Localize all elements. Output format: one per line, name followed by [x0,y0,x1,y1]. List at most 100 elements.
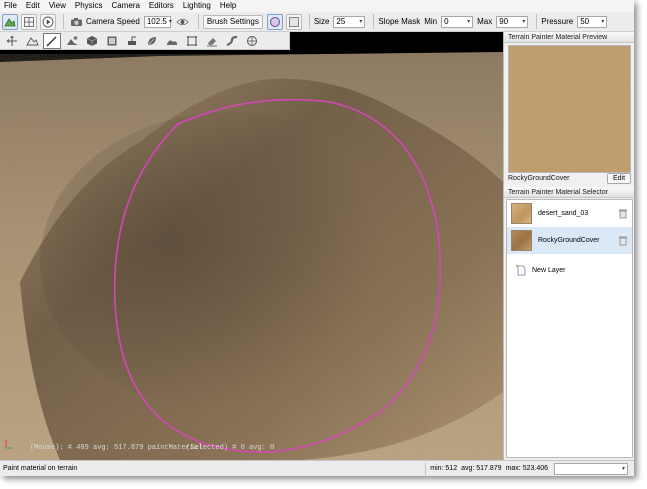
brush-settings-button[interactable]: Brush Settings [202,14,263,29]
chevron-down-icon: ▾ [467,18,471,25]
status-avg: avg: 517.879 [461,464,502,472]
toolbar-separator [308,14,310,29]
pressure-value: 50 [580,16,590,26]
toolbar-separator [373,14,375,29]
selector-panel-title: Terrain Painter Material Selector [504,187,634,198]
terrain-editor-icon [4,17,16,26]
trash-icon[interactable] [618,208,628,219]
grid-icon [24,16,34,27]
slope-min-input[interactable]: 0 ▾ [441,15,474,28]
slope-max-input[interactable]: 90 ▾ [496,15,529,28]
slope-max-value: 90 [499,16,509,26]
mouse-readout: (Mouse): # 489 avg: 517.879 paintMateria… [30,444,203,452]
size-input[interactable]: 25 ▾ [333,15,366,28]
menu-view[interactable]: View [49,0,66,12]
main-toolbar: Camera Speed 102.5 ▾ Brush Settings Size … [0,12,634,32]
menu-help[interactable]: Help [220,0,236,12]
paint-brush-icon [46,36,57,47]
status-bar: Paint material on terrain min: 512 avg: … [0,460,634,476]
editor-window: File Edit View Physics Camera Editors Li… [0,0,634,476]
erase-tool-button[interactable] [203,33,221,49]
new-layer-label: New Layer [532,266,566,274]
camera-speed-value: 102.5 [146,16,167,26]
landscape-icon [167,39,177,45]
chevron-down-icon: ▾ [168,18,172,25]
size-label: Size [313,17,330,26]
slope-mask-label: Slope Mask [378,17,421,26]
layer-item-desert-sand[interactable]: desert_sand_03 [507,200,632,227]
river-tool-button[interactable] [243,33,261,49]
layer-name: RockyGroundCover [538,237,600,244]
brush-square-icon [288,16,299,27]
select-tool-button[interactable] [3,33,21,49]
size-value: 25 [336,16,346,26]
play-button[interactable] [40,13,56,30]
chevron-down-icon: ▾ [601,18,605,25]
texture-tool-button[interactable] [103,33,121,49]
layer-thumbnail [511,230,532,251]
mountain-sun-icon [66,35,78,45]
river-icon [247,35,257,46]
brush-circle-button[interactable] [266,13,283,30]
pressure-label: Pressure [541,17,574,26]
brush-square-button[interactable] [285,13,302,30]
landscape-tool-button[interactable] [163,33,181,49]
leaf-icon [147,36,156,45]
toolbar-separator [536,14,538,29]
layer-name: desert_sand_03 [538,210,589,217]
grid-button[interactable] [21,13,37,30]
camera-icon [70,17,82,26]
chevron-down-icon: ▾ [621,466,625,472]
tool-toolbar [0,32,290,50]
chevron-down-icon: ▾ [359,18,363,25]
material-layer-list: desert_sand_03 RockyGroundCover New Laye… [506,199,633,458]
brush-circle-icon [269,16,280,27]
menu-file[interactable]: File [4,0,17,12]
camera-speed-label: Camera Speed [86,17,140,26]
foliage-tool-button[interactable] [143,33,161,49]
status-min: min: 512 [425,462,461,475]
crane-tool-button[interactable] [123,33,141,49]
layer-thumbnail [511,203,532,224]
preview-panel-title: Terrain Painter Material Preview [504,32,634,43]
selected-readout: (Selected) # 0 avg: 0 [186,444,275,452]
select-arrows-icon [6,35,17,46]
edit-material-button[interactable]: Edit [607,173,631,184]
trash-icon[interactable] [618,235,628,246]
menu-lighting[interactable]: Lighting [183,0,211,12]
toolbar-separator [63,14,64,29]
material-preview-texture [509,46,630,172]
menu-editors[interactable]: Editors [149,0,174,12]
menu-bar: File Edit View Physics Camera Editors Li… [0,0,634,12]
slope-max-label: Max [477,17,493,26]
sculpt-tool-button[interactable] [23,33,41,49]
road-tool-button[interactable] [223,33,241,49]
texture-icon [107,36,117,45]
menu-edit[interactable]: Edit [26,0,40,12]
bounds-tool-button[interactable] [183,33,201,49]
visibility-button[interactable] [175,14,191,30]
new-document-icon [515,264,526,276]
object-tool-button[interactable] [83,33,101,49]
crane-icon [128,36,136,45]
layer-item-rocky-ground-cover[interactable]: RockyGroundCover [507,227,632,254]
camera-button[interactable] [68,14,84,30]
material-preview [508,45,631,173]
pressure-input[interactable]: 50 ▾ [577,15,608,28]
paint-tool-button[interactable] [43,32,61,49]
play-icon [42,16,54,27]
box-icon [187,35,197,46]
slope-min-label: Min [424,17,438,26]
menu-physics[interactable]: Physics [75,0,103,12]
camera-speed-input[interactable]: 102.5 ▾ [143,15,172,28]
status-dropdown[interactable]: ▾ [554,462,628,475]
material-tool-button[interactable] [63,33,81,49]
menu-camera[interactable]: Camera [111,0,139,12]
road-icon [226,35,238,46]
status-max: max: 523.406 [505,464,548,472]
right-panel: Terrain Painter Material Preview RockyGr… [503,32,634,460]
preview-material-name: RockyGroundCover [508,175,570,182]
terrain-editor-button[interactable] [2,13,18,30]
new-layer-button[interactable]: New Layer [507,258,632,282]
terrain-viewport[interactable]: (Mouse): # 489 avg: 517.879 paintMateria… [0,32,503,460]
